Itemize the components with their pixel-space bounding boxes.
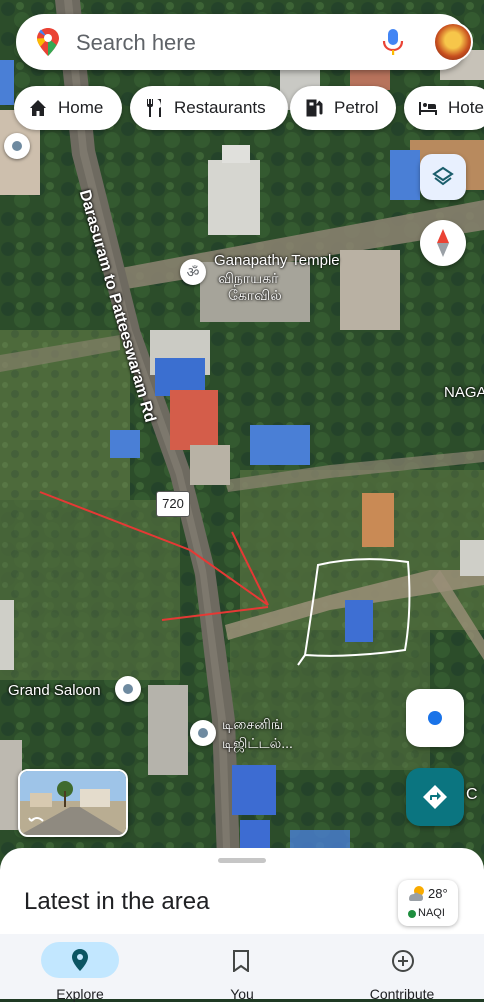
edge-label-c: C [466,786,478,803]
chip-hotels[interactable]: Hote [404,86,484,130]
chip-label: Petrol [334,98,379,117]
avatar[interactable] [433,22,473,62]
layers-icon [432,166,454,186]
microphone-icon[interactable] [382,28,404,56]
nav-you[interactable]: You [162,934,322,1002]
aqi-text: NAQI [418,907,445,919]
location-pin-icon [72,949,88,971]
directions-icon [423,785,447,809]
place-label-temple-tamil-2: கோவில் [228,287,282,303]
nav-label: You [230,986,254,1002]
bookmark-icon [233,950,249,972]
search-bar[interactable]: Search here [16,14,473,70]
nav-label: Contribute [369,986,435,1002]
temple-pin[interactable]: ॐ [180,259,206,285]
chip-home[interactable]: Home [14,86,122,130]
chip-label: Restaurants [174,98,266,117]
route-shield: 720 [156,491,190,517]
sheet-title: Latest in the area [24,888,210,915]
place-label-designing-2: டிஜிட்டல்... [222,735,293,751]
nav-contribute[interactable]: Contribute [322,934,482,1002]
my-location-icon [428,711,442,725]
weather-icon [409,886,424,901]
edge-area-label: NAGA [444,384,484,401]
my-location-button[interactable] [406,689,464,747]
chip-restaurants[interactable]: Restaurants [130,86,288,130]
search-input[interactable]: Search here [76,30,196,56]
aqi-status-dot [408,910,416,918]
google-maps-logo-icon [37,28,59,56]
hotel-icon [419,102,437,115]
om-icon: ॐ [186,264,200,281]
directions-button[interactable] [406,768,464,826]
designing-pin[interactable] [190,720,216,746]
home-icon [30,100,46,116]
restaurant-icon [147,99,161,117]
street-view-thumbnail[interactable] [18,769,128,837]
chip-label: Hote [448,98,484,117]
temperature-text: 28° [428,886,448,901]
street-view-rotate-icon [28,817,44,822]
poi-pin[interactable] [4,133,30,159]
layers-button[interactable] [420,154,466,200]
chip-label: Home [58,98,104,117]
place-label-grand-saloon[interactable]: Grand Saloon [8,682,101,699]
place-label-temple[interactable]: Ganapathy Temple [214,252,340,269]
bottom-navigation: Explore You Contribute [0,934,484,1002]
nav-explore[interactable]: Explore [0,934,160,1002]
compass-icon [437,229,449,257]
nav-label: Explore [56,986,104,1002]
compass-button[interactable] [420,220,466,266]
add-circle-icon [392,950,414,972]
fuel-icon [306,99,323,117]
sheet-drag-handle[interactable] [218,858,266,863]
place-label-designing[interactable]: டிசைனிங் [222,716,283,735]
chip-petrol[interactable]: Petrol [290,86,396,130]
grand-saloon-pin[interactable] [115,676,141,702]
